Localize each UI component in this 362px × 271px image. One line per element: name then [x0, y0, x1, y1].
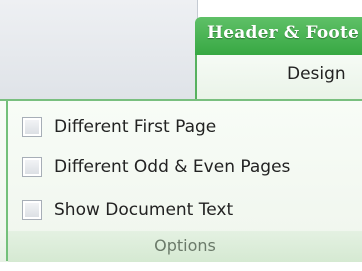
different-odd-even-pages-checkbox[interactable] [22, 157, 42, 177]
different-odd-even-pages-option[interactable]: Different Odd & Even Pages [22, 153, 290, 181]
bottom-edge [0, 262, 362, 271]
show-document-text-option[interactable]: Show Document Text [22, 196, 233, 224]
different-first-page-label: Different First Page [54, 117, 217, 137]
ribbon-tab-area [0, 0, 198, 100]
tab-design[interactable]: Design [195, 55, 362, 100]
different-odd-even-pages-label: Different Odd & Even Pages [54, 157, 291, 177]
show-document-text-checkbox[interactable] [22, 200, 42, 220]
contextual-tab-header: Header & Foote [195, 17, 362, 55]
show-document-text-label: Show Document Text [54, 200, 234, 220]
different-first-page-checkbox[interactable] [22, 117, 42, 137]
options-group-label: Options [8, 231, 362, 262]
different-first-page-option[interactable]: Different First Page [22, 113, 216, 141]
word-ribbon-fragment: Header & Foote Design Different First Pa… [0, 0, 362, 271]
